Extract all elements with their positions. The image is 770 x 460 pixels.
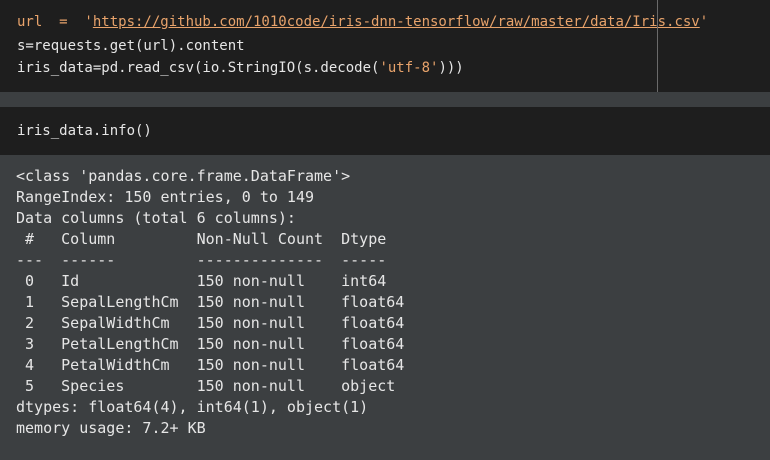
code-url-link[interactable]: https://github.com/1010code/iris-dnn-ten… bbox=[93, 14, 700, 30]
output-table-row: 4 PetalWidthCm 150 non-null float64 bbox=[16, 356, 405, 374]
output-table-row: 5 Species 150 non-null object bbox=[16, 377, 405, 395]
notebook-page: url = 'https://github.com/1010code/iris-… bbox=[0, 0, 770, 460]
cell-separator bbox=[0, 92, 770, 107]
output-line: <class 'pandas.core.frame.DataFrame'> bbox=[16, 167, 351, 185]
code-token-call: iris_data=pd.read_csv(io.StringIO(s.deco… bbox=[17, 60, 380, 76]
code-cell-info[interactable]: iris_data.info() bbox=[0, 107, 770, 155]
output-table-separator: --- ------ -------------- ----- bbox=[16, 251, 405, 269]
output-dtypes: dtypes: float64(4), int64(1), object(1) bbox=[16, 398, 369, 416]
output-table-row: 3 PetalLengthCm 150 non-null float64 bbox=[16, 335, 405, 353]
output-table-row: 2 SepalWidthCm 150 non-null float64 bbox=[16, 314, 405, 332]
output-table-row: 0 Id 150 non-null int64 bbox=[16, 272, 405, 290]
code-token-encoding: 'utf-8' bbox=[379, 60, 439, 76]
output-line: RangeIndex: 150 entries, 0 to 149 bbox=[16, 188, 315, 206]
output-line: Data columns (total 6 columns): bbox=[16, 209, 296, 227]
code-line-request[interactable]: s=requests.get(url).content bbox=[17, 35, 245, 57]
code-line-read-csv[interactable]: iris_data=pd.read_csv(io.StringIO(s.deco… bbox=[17, 57, 464, 79]
code-line-info[interactable]: iris_data.info() bbox=[17, 120, 152, 142]
code-token-quote: ' bbox=[699, 14, 709, 30]
output-table-header: # Column Non-Null Count Dtype bbox=[16, 230, 405, 248]
output-memory-usage: memory usage: 7.2+ KB bbox=[16, 419, 206, 437]
code-token-assign: url = ' bbox=[17, 14, 93, 30]
cell-output: <class 'pandas.core.frame.DataFrame'> Ra… bbox=[0, 155, 770, 460]
output-table-row: 1 SepalLengthCm 150 non-null float64 bbox=[16, 293, 405, 311]
editor-ruler bbox=[657, 0, 658, 92]
code-token-close: ))) bbox=[438, 60, 464, 76]
code-line-url[interactable]: url = 'https://github.com/1010code/iris-… bbox=[17, 11, 708, 33]
code-cell-load-data[interactable]: url = 'https://github.com/1010code/iris-… bbox=[0, 0, 770, 92]
